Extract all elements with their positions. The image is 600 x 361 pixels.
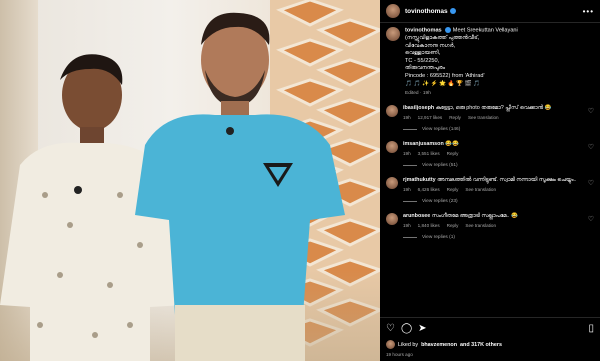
post-footer: ♡ ◯ ➤ ▯ Liked by bhavzemenon and 317K ot…	[380, 317, 600, 361]
avatar[interactable]	[386, 213, 398, 226]
comment-username[interactable]: ibasiljoseph	[403, 105, 434, 111]
heart-icon[interactable]: ♡	[588, 143, 594, 151]
liked-by: Liked by bhavzemenon and 317K others	[386, 340, 594, 349]
view-replies-label[interactable]: View replies (146)	[422, 127, 460, 132]
caption-meta: Edited · 19h	[405, 91, 431, 97]
see-translation-link[interactable]: See translation	[465, 187, 496, 192]
liked-by-suffix[interactable]: and 317K others	[460, 342, 502, 348]
comment-item: rjmathukutty അമ്പലത്തിൽ വന്നിട്ടുണ്ട്. സ…	[386, 177, 594, 204]
caption-line: വിവേകാനന്ദ നഗർ,	[405, 42, 456, 49]
comment-item: arunbosee സംഗീതമേ അത്രാടി സല്ലാപമേ.. 😂 1…	[386, 213, 594, 240]
comment-username[interactable]: imsanjusamson	[403, 141, 444, 147]
heart-icon[interactable]: ♡	[588, 179, 594, 187]
caption-line: TC - 55/2250,	[405, 57, 440, 64]
caption-line: Pincode : 695522) from 'Athirad'	[405, 73, 485, 80]
caption-username[interactable]: tovinothomas	[405, 27, 442, 33]
comment-text: 😂😂	[445, 141, 459, 148]
comment-time: 19h	[403, 115, 411, 121]
comment-item: imsanjusamson 😂😂 19h 3,551 likes Reply V…	[386, 141, 594, 168]
comments-scroll[interactable]: tovinothomas Meet Sreekuttan Vellayani (…	[380, 23, 600, 317]
header-username[interactable]: tovinothomas	[405, 8, 448, 15]
see-translation-link[interactable]: See translation	[468, 115, 499, 120]
person-right	[135, 12, 345, 361]
bookmark-icon[interactable]: ▯	[588, 324, 594, 334]
view-replies[interactable]: View replies (51)	[403, 163, 582, 168]
avatar[interactable]	[386, 340, 395, 349]
view-replies[interactable]: View replies (146)	[403, 127, 582, 132]
comment-item: ibasiljoseph കുട്ടേട്ടാ, ഒരു photo തരുമോ…	[386, 105, 594, 132]
view-replies-label[interactable]: View replies (51)	[422, 163, 458, 168]
comment-likes[interactable]: 3,551 likes	[418, 151, 440, 156]
comment-username[interactable]: rjmathukutty	[403, 177, 436, 183]
comment-time: 19h	[403, 223, 411, 229]
avatar[interactable]	[386, 141, 398, 154]
comment-likes[interactable]: 1,840 likes	[418, 223, 440, 228]
reply-button[interactable]: Reply	[449, 115, 461, 120]
caption-text: tovinothomas Meet Sreekuttan Vellayani (…	[405, 27, 518, 88]
avatar[interactable]	[386, 4, 400, 18]
post-time: 19 hours ago	[386, 352, 413, 357]
caption-line: (നസ്സുവിളാകത്ത് പുത്തൻവീട്,	[405, 35, 480, 42]
heart-icon[interactable]: ♡	[588, 107, 594, 115]
reply-button[interactable]: Reply	[447, 187, 459, 192]
see-translation-link[interactable]: See translation	[465, 223, 496, 228]
caption-line: Meet Sreekuttan Vellayani	[452, 27, 518, 34]
heart-icon[interactable]: ♡	[386, 324, 395, 334]
reply-button[interactable]: Reply	[447, 223, 459, 228]
caption-emojis: 🎵 🎵 ✨ ⚡ 🌟 🔥 🏆 🎬 🎵	[405, 80, 481, 87]
comment-text: സംഗീതമേ അത്രാടി സല്ലാപമേ.. 😂	[431, 213, 518, 220]
view-replies[interactable]: View replies (1)	[403, 235, 582, 240]
comment-time: 19h	[403, 187, 411, 193]
liked-by-user[interactable]: bhavzemenon	[421, 342, 457, 348]
more-options-icon[interactable]: •••	[583, 7, 594, 16]
caption: tovinothomas Meet Sreekuttan Vellayani (…	[386, 27, 594, 96]
comment-likes[interactable]: 12,917 likes	[418, 115, 443, 120]
post-header: tovinothomas •••	[380, 0, 600, 23]
caption-line: വെള്ളായണി,	[405, 50, 441, 57]
avatar[interactable]	[386, 105, 398, 118]
comment-username[interactable]: arunbosee	[403, 213, 430, 219]
reply-button[interactable]: Reply	[447, 151, 459, 156]
action-bar: ♡ ◯ ➤ ▯	[386, 322, 594, 336]
verified-badge-icon	[445, 27, 452, 33]
view-replies-label[interactable]: View replies (1)	[422, 235, 455, 240]
comment-text: കുട്ടേട്ടാ, ഒരു photo തരുമോ? പ്ലീസ് വെക്…	[435, 105, 552, 112]
comment-text: അമ്പലത്തിൽ വന്നിട്ടുണ്ട്. സ്വാമി നന്നായി…	[437, 177, 577, 184]
comments-panel: tovinothomas ••• tovinothomas Meet Sreek…	[380, 0, 600, 361]
view-replies-label[interactable]: View replies (23)	[422, 199, 458, 204]
share-icon[interactable]: ➤	[418, 324, 426, 334]
verified-badge-icon	[449, 8, 456, 14]
comment-time: 19h	[403, 151, 411, 157]
comment-icon[interactable]: ◯	[401, 324, 412, 334]
avatar[interactable]	[386, 27, 400, 41]
caption-line: തിരുവനന്തപുരം	[405, 65, 446, 72]
heart-icon[interactable]: ♡	[588, 215, 594, 223]
liked-by-prefix: Liked by	[398, 341, 419, 348]
post-photo[interactable]	[0, 0, 380, 361]
view-replies[interactable]: View replies (23)	[403, 199, 582, 204]
avatar[interactable]	[386, 177, 398, 190]
comment-likes[interactable]: 6,426 likes	[418, 187, 440, 192]
instagram-post-view: tovinothomas ••• tovinothomas Meet Sreek…	[0, 0, 600, 361]
